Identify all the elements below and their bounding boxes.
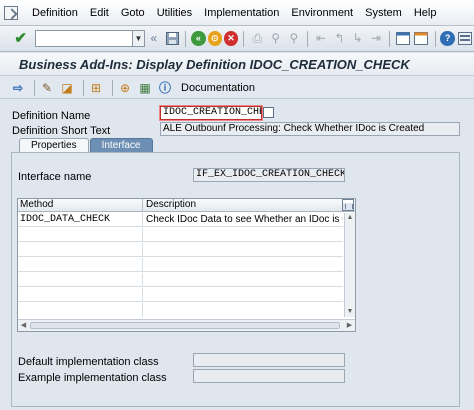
tab-interface[interactable]: Interface <box>89 138 153 153</box>
menu-utilities[interactable]: Utilities <box>151 7 198 19</box>
short-text-field[interactable]: ALE Outbounf Processing: Check Whether I… <box>160 122 460 136</box>
table-row[interactable] <box>18 258 343 272</box>
exit-icon[interactable]: ⊙ <box>207 31 222 46</box>
method-cell[interactable] <box>18 258 143 272</box>
tab-strip: Properties Interface <box>19 138 154 153</box>
save-icon[interactable]: « <box>146 30 162 47</box>
table-settings-icon[interactable] <box>342 199 354 211</box>
method-cell[interactable] <box>18 288 143 302</box>
toolbar-separator <box>112 79 113 96</box>
toolbar-separator <box>434 30 436 47</box>
table-row[interactable] <box>18 303 343 317</box>
display-change-icon[interactable]: ✎ <box>39 80 55 96</box>
system-toolbar: ✔ ▼ « « ⊙ ✕ ⎙ ⚲ ⚲ ⇤ ↰ ↳ ⇥ ? <box>0 26 474 52</box>
menu-environment[interactable]: Environment <box>285 7 359 19</box>
toolbar-separator <box>185 30 187 47</box>
default-impl-field[interactable] <box>193 353 345 367</box>
menu-exit-icon[interactable] <box>4 5 18 20</box>
description-cell[interactable] <box>144 303 343 317</box>
menu-system[interactable]: System <box>359 7 408 19</box>
methods-table: Method Description IDOC_DATA_CHECK Check… <box>17 198 356 332</box>
description-cell[interactable] <box>144 243 343 257</box>
back-icon[interactable]: « <box>191 31 206 46</box>
interface-name-field[interactable]: IF_EX_IDOC_CREATION_CHECK <box>193 168 345 182</box>
tab-properties[interactable]: Properties <box>19 138 89 153</box>
example-impl-label: Example implementation class <box>18 372 167 384</box>
default-impl-label: Default implementation class <box>18 356 159 368</box>
next-page-icon[interactable]: ↳ <box>349 30 365 47</box>
definition-name-label: Definition Name <box>12 110 91 122</box>
short-text-label: Definition Short Text <box>12 125 111 137</box>
table-row[interactable] <box>18 288 343 302</box>
horizontal-scroll-thumb[interactable] <box>30 322 340 329</box>
layout-menu-icon[interactable] <box>457 30 473 47</box>
toolbar-separator <box>307 30 308 47</box>
menu-edit[interactable]: Edit <box>84 7 115 19</box>
print-icon[interactable]: ⎙ <box>249 30 265 47</box>
method-cell[interactable]: IDOC_DATA_CHECK <box>18 213 143 227</box>
hierarchy-icon[interactable]: ⊕ <box>117 80 133 96</box>
page-title: Business Add-Ins: Display Definition IDO… <box>19 57 410 72</box>
definition-name-field[interactable]: IDOC_CREATION_CHECK <box>160 106 262 120</box>
menu-bar: Definition Edit Goto Utilities Implement… <box>0 0 474 26</box>
cancel-icon[interactable]: ✕ <box>223 31 239 46</box>
horizontal-scrollbar[interactable]: ◀ ▶ <box>18 319 355 331</box>
vertical-scrollbar[interactable]: ▲ ▼ <box>344 213 355 317</box>
find-next-icon[interactable]: ⚲ <box>286 30 302 47</box>
toolbar-separator <box>243 30 245 47</box>
table-row[interactable]: IDOC_DATA_CHECK Check IDoc Data to see W… <box>18 213 343 227</box>
table-row[interactable] <box>18 243 343 257</box>
toolbar-separator <box>34 79 35 96</box>
method-cell[interactable] <box>18 273 143 287</box>
menu-definition[interactable]: Definition <box>26 7 84 19</box>
active-inactive-icon[interactable]: ◪ <box>59 80 75 96</box>
command-field[interactable] <box>35 30 134 47</box>
description-cell[interactable] <box>144 228 343 242</box>
menu-goto[interactable]: Goto <box>115 7 151 19</box>
description-cell[interactable] <box>144 288 343 302</box>
interface-name-label: Interface name <box>18 171 92 183</box>
method-cell[interactable] <box>18 303 143 317</box>
floppy-save-icon[interactable] <box>164 30 180 47</box>
scroll-right-icon[interactable]: ▶ <box>345 321 354 330</box>
info-icon[interactable]: ⓘ <box>157 80 173 96</box>
menu-help[interactable]: Help <box>408 7 443 19</box>
title-bar: Business Add-Ins: Display Definition IDO… <box>0 53 474 76</box>
ok-check-icon[interactable]: ✔ <box>12 30 29 48</box>
other-object-icon[interactable]: ⇨ <box>10 80 26 96</box>
method-cell[interactable] <box>18 243 143 257</box>
toolbar-separator <box>389 30 390 47</box>
documentation-button[interactable]: Documentation <box>181 82 255 94</box>
column-header-method[interactable]: Method <box>18 199 143 212</box>
object-list-icon[interactable]: ▦ <box>137 80 153 96</box>
where-used-icon[interactable]: ⊞ <box>88 80 104 96</box>
last-page-icon[interactable]: ⇥ <box>368 30 384 47</box>
table-row[interactable] <box>18 273 343 287</box>
toolbar-separator <box>83 79 84 96</box>
scroll-left-icon[interactable]: ◀ <box>19 321 28 330</box>
new-session-icon[interactable] <box>395 30 411 47</box>
description-cell[interactable] <box>144 258 343 272</box>
column-header-description[interactable]: Description <box>144 199 341 212</box>
method-cell[interactable] <box>18 228 143 242</box>
application-toolbar: ⇨ ✎ ◪ ⊞ ⊕ ▦ ⓘ Documentation <box>0 77 474 99</box>
description-cell[interactable] <box>144 273 343 287</box>
description-cell[interactable]: Check IDoc Data to see Whether an IDoc i… <box>144 213 343 227</box>
scroll-up-icon[interactable]: ▲ <box>346 214 354 222</box>
example-impl-field[interactable] <box>193 369 345 383</box>
previous-page-icon[interactable]: ↰ <box>331 30 347 47</box>
find-icon[interactable]: ⚲ <box>267 30 283 47</box>
table-header: Method Description <box>18 199 355 212</box>
shortcut-icon[interactable] <box>413 30 429 47</box>
first-page-icon[interactable]: ⇤ <box>313 30 329 47</box>
possible-entries-icon[interactable] <box>263 107 274 118</box>
scroll-down-icon[interactable]: ▼ <box>346 308 354 316</box>
help-icon[interactable]: ? <box>440 31 455 46</box>
command-dropdown-icon[interactable]: ▼ <box>133 30 145 47</box>
table-row[interactable] <box>18 228 343 242</box>
menu-implementation[interactable]: Implementation <box>198 7 285 19</box>
